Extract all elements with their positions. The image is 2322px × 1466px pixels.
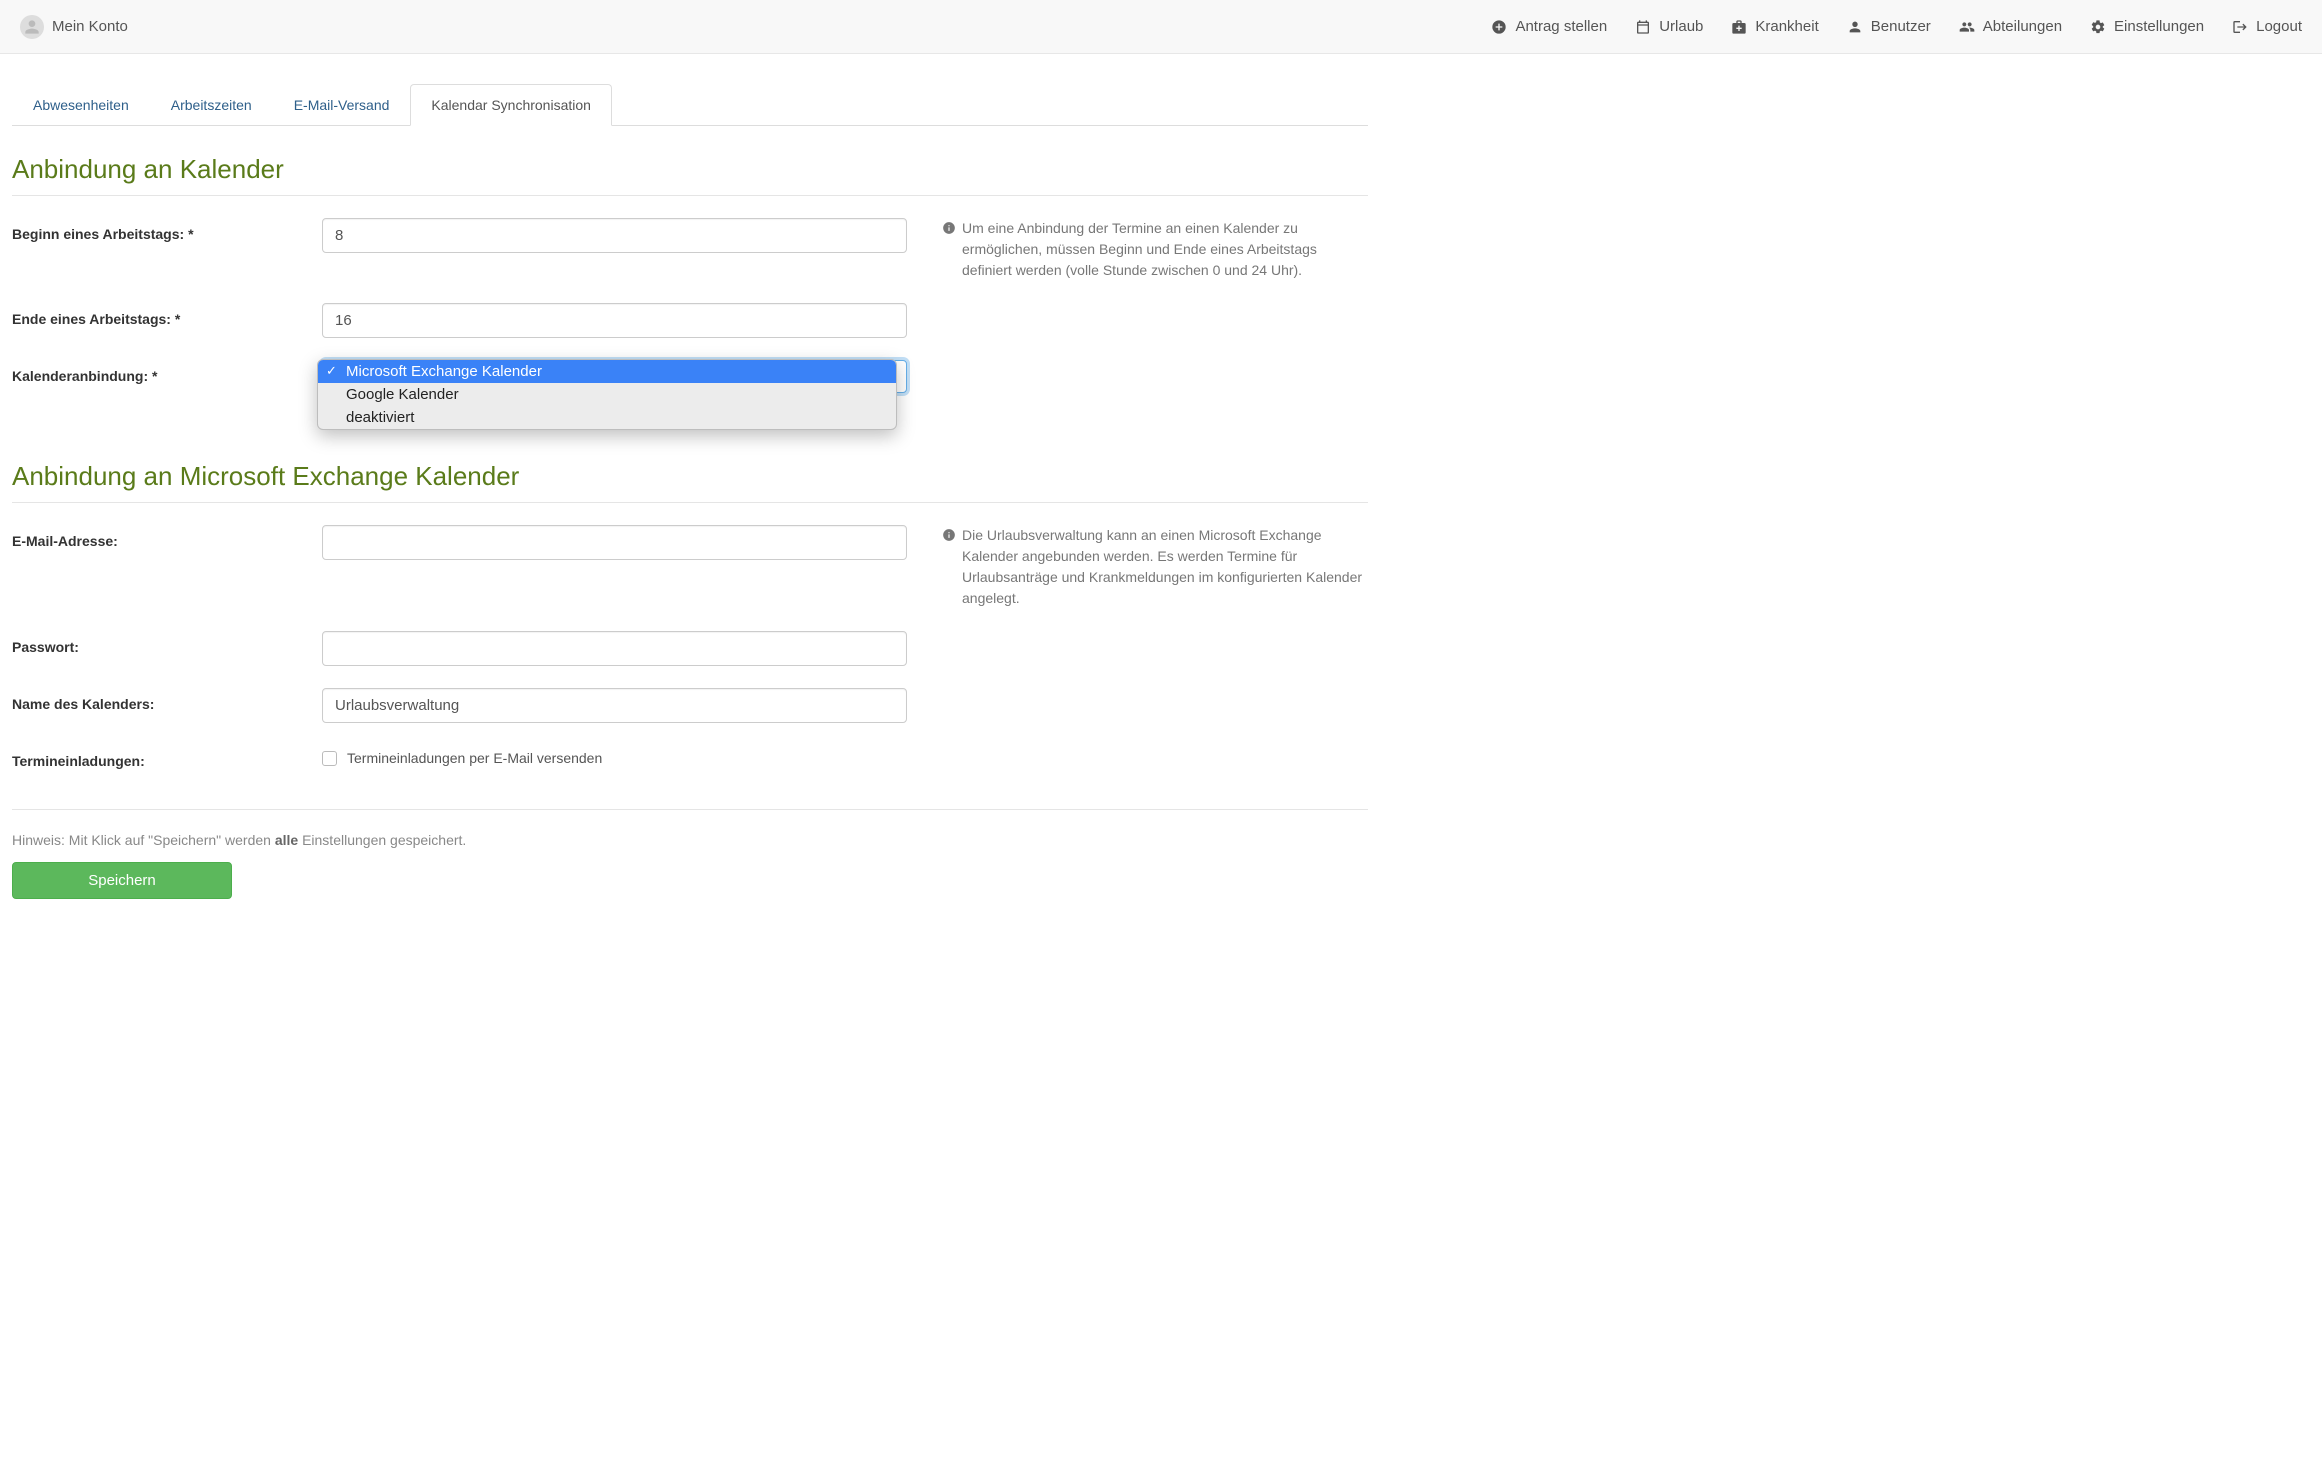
label-email: E-Mail-Adresse: [12, 525, 322, 549]
hint-prefix: Hinweis: Mit Klick auf "Speichern" werde… [12, 832, 275, 848]
label-passwort: Passwort: [12, 631, 322, 655]
save-button[interactable]: Speichern [12, 862, 232, 899]
dropdown-option-google[interactable]: Google Kalender [318, 383, 896, 406]
nav-label: Logout [2256, 18, 2302, 35]
nav-einstellungen[interactable]: Einstellungen [2090, 18, 2204, 35]
logout-icon [2232, 19, 2248, 35]
nav-account-label: Mein Konto [52, 18, 128, 35]
checkbox-termineinladungen-label: Termineinladungen per E-Mail versenden [347, 750, 602, 766]
input-ende-arbeitstag[interactable] [322, 303, 907, 338]
tab-arbeitszeiten[interactable]: Arbeitszeiten [150, 84, 273, 126]
nav-antrag-stellen[interactable]: Antrag stellen [1491, 18, 1607, 35]
users-icon [1959, 19, 1975, 35]
input-email[interactable] [322, 525, 907, 560]
dropdown-panel: Microsoft Exchange Kalender Google Kalen… [317, 359, 897, 430]
input-calendar-name[interactable] [322, 688, 907, 723]
hint-suffix: Einstellungen gespeichert. [298, 832, 466, 848]
divider [12, 809, 1368, 810]
input-passwort[interactable] [322, 631, 907, 666]
tab-email-versand[interactable]: E-Mail-Versand [273, 84, 411, 126]
plus-circle-icon [1491, 19, 1507, 35]
settings-tabs: Abwesenheiten Arbeitszeiten E-Mail-Versa… [12, 84, 1368, 126]
nav-abteilungen[interactable]: Abteilungen [1959, 18, 2062, 35]
select-kalenderanbindung-wrapper: Microsoft Exchange Kalender Microsoft Ex… [322, 360, 907, 393]
info-icon [942, 220, 956, 241]
nav-label: Einstellungen [2114, 18, 2204, 35]
nav-label: Krankheit [1755, 18, 1818, 35]
help-text-anbindung: Um eine Anbindung der Termine an einen K… [962, 218, 1368, 281]
section-heading-exchange: Anbindung an Microsoft Exchange Kalender [12, 461, 1368, 503]
label-begin-arbeitstag: Beginn eines Arbeitstags: * [12, 218, 322, 242]
checkbox-termineinladungen[interactable] [322, 751, 337, 766]
gear-icon [2090, 19, 2106, 35]
input-begin-arbeitstag[interactable] [322, 218, 907, 253]
nav-label: Benutzer [1871, 18, 1931, 35]
label-kalenderanbindung: Kalenderanbindung: * [12, 360, 322, 384]
section-heading-anbindung-kalender: Anbindung an Kalender [12, 154, 1368, 196]
dropdown-option-deaktiviert[interactable]: deaktiviert [318, 406, 896, 429]
nav-label: Urlaub [1659, 18, 1703, 35]
nav-krankheit[interactable]: Krankheit [1731, 18, 1818, 35]
label-calendar-name: Name des Kalenders: [12, 688, 322, 712]
nav-urlaub[interactable]: Urlaub [1635, 18, 1703, 35]
help-text-exchange: Die Urlaubsverwaltung kann an einen Micr… [962, 525, 1368, 609]
nav-logout[interactable]: Logout [2232, 18, 2302, 35]
nav-benutzer[interactable]: Benutzer [1847, 18, 1931, 35]
dropdown-option-exchange[interactable]: Microsoft Exchange Kalender [318, 360, 896, 383]
calendar-icon [1635, 19, 1651, 35]
medkit-icon [1731, 19, 1747, 35]
nav-account[interactable]: Mein Konto [20, 15, 128, 39]
nav-label: Antrag stellen [1515, 18, 1607, 35]
avatar-icon [20, 15, 44, 39]
label-ende-arbeitstag: Ende eines Arbeitstags: * [12, 303, 322, 327]
nav-label: Abteilungen [1983, 18, 2062, 35]
save-hint: Hinweis: Mit Klick auf "Speichern" werde… [12, 832, 1368, 848]
top-navigation: Mein Konto Antrag stellen Urlaub Krankhe… [0, 0, 2322, 54]
info-icon [942, 527, 956, 548]
user-icon [1847, 19, 1863, 35]
tab-kalendar-synchronisation[interactable]: Kalendar Synchronisation [410, 84, 612, 126]
hint-bold: alle [275, 832, 298, 848]
tab-abwesenheiten[interactable]: Abwesenheiten [12, 84, 150, 126]
label-invites: Termineinladungen: [12, 745, 322, 769]
